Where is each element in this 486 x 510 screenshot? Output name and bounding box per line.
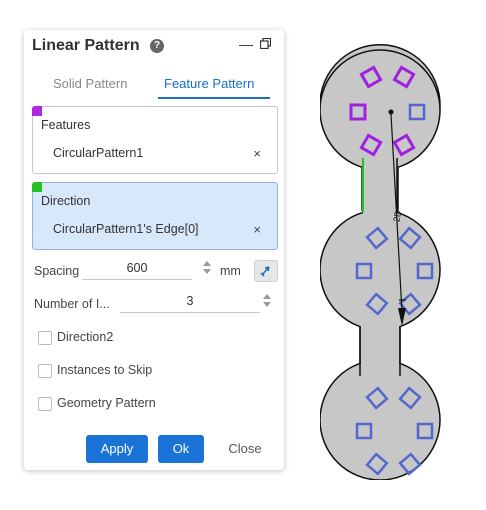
spacing-input[interactable]: 600 bbox=[82, 259, 192, 280]
pattern-tabs: Solid Pattern Feature Pattern bbox=[24, 70, 284, 100]
direction-remove-icon[interactable]: × bbox=[253, 222, 261, 237]
direction-value: CircularPattern1's Edge[0] bbox=[53, 222, 199, 236]
chevron-down-icon[interactable] bbox=[263, 302, 271, 307]
spacing-unit: mm bbox=[220, 264, 241, 278]
linear-pattern-panel: Linear Pattern ? — Solid Pattern Feature… bbox=[24, 30, 284, 470]
features-color-marker bbox=[32, 106, 42, 116]
geometry-pattern-checkbox[interactable] bbox=[38, 397, 52, 411]
spacing-label: Spacing bbox=[34, 264, 80, 278]
instances-to-skip-label: Instances to Skip bbox=[57, 363, 153, 377]
instances-input[interactable]: 3 bbox=[120, 292, 260, 313]
geometry-pattern-label: Geometry Pattern bbox=[57, 396, 156, 410]
spacing-value: 600 bbox=[126, 261, 148, 275]
tab-solid-pattern[interactable]: Solid Pattern bbox=[53, 76, 127, 91]
center-point bbox=[388, 109, 394, 115]
restore-icon[interactable] bbox=[260, 38, 271, 49]
features-selection-box[interactable]: Features CircularPattern1 × bbox=[32, 106, 278, 174]
apply-button[interactable]: Apply bbox=[86, 435, 148, 463]
chevron-up-icon[interactable] bbox=[263, 294, 271, 299]
active-tab-underline bbox=[158, 97, 270, 99]
arrow-label: 2D bbox=[391, 209, 403, 223]
instances-label: Number of I... bbox=[34, 297, 110, 311]
instances-to-skip-checkbox[interactable] bbox=[38, 364, 52, 378]
chevron-down-icon[interactable] bbox=[203, 269, 211, 274]
chevron-up-icon[interactable] bbox=[203, 261, 211, 266]
tab-feature-pattern[interactable]: Feature Pattern bbox=[164, 76, 254, 91]
panel-title: Linear Pattern bbox=[32, 37, 140, 54]
direction-color-marker bbox=[32, 182, 42, 192]
direction-selection-box[interactable]: Direction CircularPattern1's Edge[0] × bbox=[32, 182, 278, 250]
features-label: Features bbox=[41, 118, 91, 132]
direction2-checkbox[interactable] bbox=[38, 331, 52, 345]
reverse-direction-icon bbox=[260, 266, 270, 277]
direction-label: Direction bbox=[41, 194, 91, 208]
close-button[interactable]: Close bbox=[222, 435, 268, 463]
help-icon[interactable]: ? bbox=[150, 39, 164, 53]
ok-button[interactable]: Ok bbox=[158, 435, 204, 463]
reverse-direction-button[interactable] bbox=[254, 260, 278, 282]
instances-stepper[interactable] bbox=[262, 292, 272, 312]
instances-value: 3 bbox=[186, 294, 194, 308]
features-value: CircularPattern1 bbox=[53, 146, 144, 160]
spacing-stepper[interactable] bbox=[202, 259, 212, 279]
minimize-icon[interactable]: — bbox=[239, 36, 253, 52]
model-viewport[interactable]: 2D bbox=[320, 40, 480, 480]
direction2-label: Direction2 bbox=[57, 330, 114, 344]
features-remove-icon[interactable]: × bbox=[253, 146, 261, 161]
part-body[interactable] bbox=[320, 44, 441, 480]
